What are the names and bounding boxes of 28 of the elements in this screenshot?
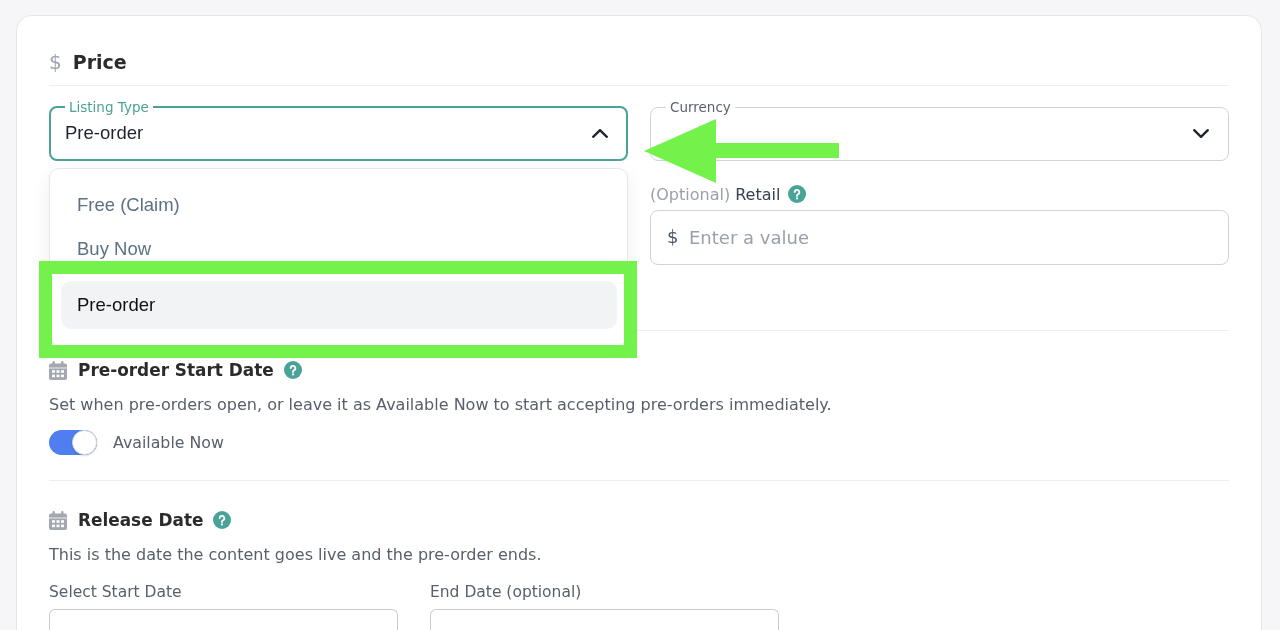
field-label: Select Start Date — [49, 582, 182, 602]
section-title: Price — [72, 50, 127, 75]
toggle-label: Available Now — [113, 433, 224, 452]
section-description: Set when pre-orders open, or leave it as Available Now to start accepting pre-orders immediately. — [49, 394, 833, 416]
calendar-icon — [49, 360, 67, 380]
section-title: Release Date — [78, 509, 204, 532]
help-icon[interactable] — [213, 511, 232, 529]
floating-label: Listing Type — [68, 99, 150, 115]
section-title: Pre-order Start Date — [78, 359, 274, 382]
toggle-switch[interactable] — [49, 430, 97, 455]
date-field[interactable] — [430, 609, 779, 630]
calendar-icon — [49, 510, 67, 530]
help-icon[interactable] — [283, 361, 302, 379]
floating-label: Currency — [669, 99, 732, 115]
dollar-icon: $ — [49, 50, 62, 74]
chevron-up-icon — [592, 128, 608, 138]
currency-prefix: $ — [667, 226, 679, 248]
help-icon[interactable] — [788, 185, 807, 203]
date-field[interactable] — [49, 609, 398, 630]
listing-type-select[interactable]: Listing Type Pre-order — [49, 99, 628, 161]
field-label: End Date (optional) — [430, 582, 582, 602]
section-description: This is the date the content goes live and the pre-order ends. — [49, 544, 543, 566]
dropdown-option[interactable]: Free (Claim) — [61, 183, 617, 227]
field-label: Retail — [735, 184, 781, 204]
chevron-down-icon — [1193, 129, 1209, 138]
optional-tag: (Optional) — [650, 184, 731, 204]
dropdown-option[interactable]: Pre-order — [61, 281, 617, 329]
dropdown-option[interactable]: Buy Now — [61, 227, 617, 271]
